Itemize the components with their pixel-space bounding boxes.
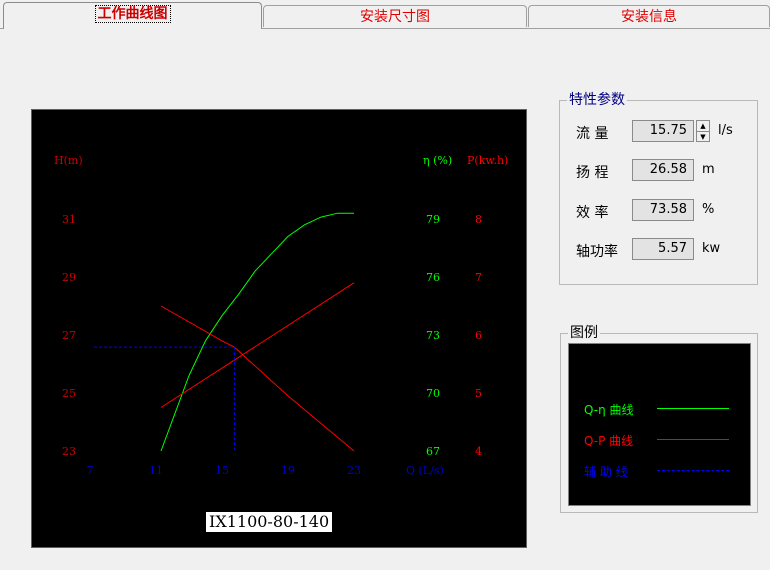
tab-install-info[interactable]: 安装信息 xyxy=(528,5,770,27)
series-line-eff xyxy=(160,212,354,452)
head-tick-label: 29 xyxy=(62,271,76,284)
characteristic-params-group: 特性参数 流 量 15.75 ▲ ▼ l/s 扬 程 26.58 m 效 率 7… xyxy=(559,92,759,285)
legend-item-eff-line xyxy=(657,408,729,409)
tab-install-info-label: 安装信息 xyxy=(621,9,677,25)
head-axis-label: H(m) xyxy=(54,154,83,167)
efficiency-axis-label: η (%) xyxy=(423,154,452,167)
flow-tick-label: 19 xyxy=(281,464,295,477)
power-tick-label: 4 xyxy=(475,445,482,458)
flow-tick-label: 23 xyxy=(347,464,361,477)
efficiency-row: 效 率 73.58 % xyxy=(560,199,759,223)
series-line-power xyxy=(160,282,355,408)
tab-bar: 工作曲线图 安装尺寸图 安装信息 xyxy=(0,0,770,30)
legend-title: 图例 xyxy=(568,325,600,341)
head-unit: m xyxy=(702,162,715,177)
power-axis-label: P(kw.h) xyxy=(467,154,508,167)
efficiency-value: 73.58 xyxy=(632,199,694,221)
performance-chart-svg: H(m) η (%) P(kw.h)Q (L/s)31292725237976737… xyxy=(54,154,508,477)
efficiency-tick-label: 70 xyxy=(426,387,440,400)
pump-model-label: IX1100-80-140 xyxy=(206,512,333,532)
performance-chart: H(m) η (%) P(kw.h) Q (L/s) 31 29 27 25 23 79 76 73 7… xyxy=(31,109,527,548)
legend-item-guide-line xyxy=(657,470,729,471)
power-tick-label: 6 xyxy=(475,329,482,342)
tab-install-dimensions[interactable]: 安装尺寸图 xyxy=(263,5,527,27)
characteristic-params-title: 特性参数 xyxy=(567,92,627,108)
power-tick-label: 5 xyxy=(475,387,482,400)
flow-label: 流 量 xyxy=(576,126,609,142)
legend-item-power-label: Q-P 曲线 xyxy=(584,434,634,448)
flow-tick-label: 11 xyxy=(149,464,163,477)
flow-spinner[interactable]: ▲ ▼ xyxy=(696,120,710,142)
flow-row: 流 量 15.75 ▲ ▼ l/s xyxy=(560,120,759,144)
head-tick-label: 23 xyxy=(62,445,76,458)
efficiency-label: 效 率 xyxy=(576,205,609,221)
legend-item-eff-label: Q-η 曲线 xyxy=(584,403,634,417)
series-line-head xyxy=(160,305,355,452)
flow-input[interactable]: 15.75 xyxy=(632,120,694,142)
head-tick-label: 25 xyxy=(62,387,76,400)
head-label: 扬 程 xyxy=(576,165,609,181)
tab-work-curve[interactable]: 工作曲线图 xyxy=(3,2,262,29)
shaft-power-unit: kw xyxy=(702,241,721,256)
legend-group: 图例 Q-η 曲线 Q-P 曲线 辅 助 线 xyxy=(560,325,758,513)
head-value: 26.58 xyxy=(632,159,694,181)
legend-item-power-line xyxy=(657,439,729,440)
power-tick-label: 8 xyxy=(475,213,482,226)
efficiency-tick-label: 67 xyxy=(426,445,440,458)
shaft-power-row: 轴功率 5.57 kw xyxy=(560,238,759,262)
spin-up-icon[interactable]: ▲ xyxy=(697,121,709,132)
head-tick-label: 27 xyxy=(62,329,76,342)
head-row: 扬 程 26.58 m xyxy=(560,159,759,183)
efficiency-tick-label: 73 xyxy=(426,329,440,342)
flow-axis-label: Q (L/s) xyxy=(406,464,444,477)
shaft-power-value: 5.57 xyxy=(632,238,694,260)
legend-panel: Q-η 曲线 Q-P 曲线 辅 助 线 xyxy=(568,343,751,506)
power-tick-label: 7 xyxy=(475,271,482,284)
tab-work-curve-label: 工作曲线图 xyxy=(94,5,171,23)
spin-down-icon[interactable]: ▼ xyxy=(697,132,709,142)
shaft-power-label: 轴功率 xyxy=(576,244,618,260)
flow-unit: l/s xyxy=(718,123,733,138)
flow-tick-label: 7 xyxy=(87,464,94,477)
legend-item-guide-label: 辅 助 线 xyxy=(584,465,628,479)
efficiency-tick-label: 76 xyxy=(426,271,440,284)
efficiency-tick-label: 79 xyxy=(426,213,440,226)
flow-tick-label: 15 xyxy=(215,464,229,477)
head-tick-label: 31 xyxy=(62,213,76,226)
tab-install-dimensions-label: 安装尺寸图 xyxy=(360,9,430,25)
efficiency-unit: % xyxy=(702,202,715,217)
